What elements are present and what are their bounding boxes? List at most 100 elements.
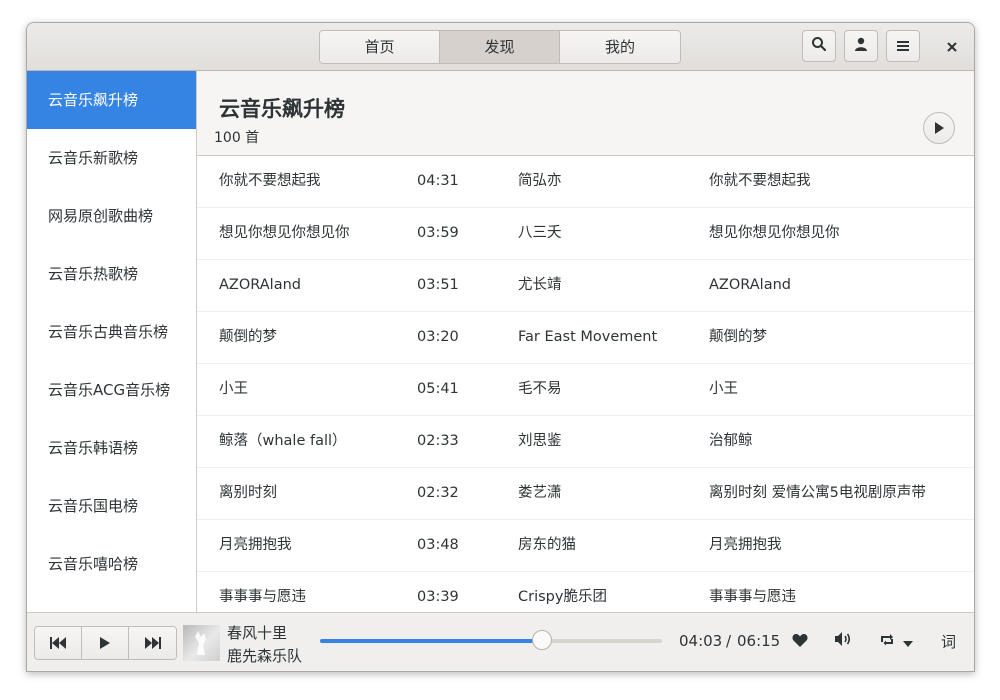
lyrics-button[interactable]: 词 <box>941 631 956 652</box>
sidebar-item-classical[interactable]: 云音乐古典音乐榜 <box>27 303 196 361</box>
song-artist: Crispy脆乐团 <box>518 589 607 605</box>
close-icon <box>947 37 957 56</box>
song-artist: 房东的猫 <box>518 537 576 553</box>
song-name: 鲸落（whale fall） <box>219 433 347 449</box>
song-album: AZORAland <box>709 277 791 293</box>
progress-handle[interactable] <box>531 630 552 650</box>
song-row[interactable]: 想见你想见你想见你 03:59 八三夭 想见你想见你想见你 <box>197 208 974 260</box>
song-row[interactable]: 月亮拥抱我 03:48 房东的猫 月亮拥抱我 <box>197 520 974 572</box>
volume-button[interactable] <box>831 629 855 653</box>
now-playing-title: 春风十里 <box>227 624 288 642</box>
song-name: 你就不要想起我 <box>219 173 321 189</box>
hamburger-menu-icon <box>896 37 910 56</box>
song-album: 月亮拥抱我 <box>709 537 782 553</box>
sidebar-item-hiphop[interactable]: 云音乐嘻哈榜 <box>27 535 196 593</box>
skip-previous-icon <box>50 634 66 653</box>
view-switcher: 首页 发现 我的 <box>319 30 681 64</box>
play-pause-button[interactable] <box>82 627 129 659</box>
previous-button[interactable] <box>35 627 82 659</box>
song-row[interactable]: 鲸落（whale fall） 02:33 刘思鉴 治郁鲸 <box>197 416 974 468</box>
song-artist: Far East Movement <box>518 329 658 345</box>
song-artist: 娄艺潇 <box>518 485 562 501</box>
sidebar-item-hot[interactable]: 云音乐热歌榜 <box>27 245 196 303</box>
playlist-title: 云音乐飙升榜 <box>219 97 345 121</box>
repeat-icon <box>879 632 895 651</box>
song-name: 想见你想见你想见你 <box>219 225 350 241</box>
search-icon <box>811 36 827 56</box>
song-album: 你就不要想起我 <box>709 173 811 189</box>
header-bar: 首页 发现 我的 <box>27 23 974 71</box>
play-icon <box>100 634 110 653</box>
close-button[interactable] <box>937 30 967 62</box>
song-duration: 02:32 <box>417 485 459 501</box>
tab-mine[interactable]: 我的 <box>560 31 680 63</box>
volume-icon <box>834 631 852 651</box>
song-artist: 尤长靖 <box>518 277 562 293</box>
song-row[interactable]: 颠倒的梦 03:20 Far East Movement 颠倒的梦 <box>197 312 974 364</box>
song-row[interactable]: AZORAland 03:51 尤长靖 AZORAland <box>197 260 974 312</box>
song-list: 你就不要想起我 04:31 简弘亦 你就不要想起我 想见你想见你想见你 03:5… <box>197 156 974 612</box>
sidebar-item-new-songs[interactable]: 云音乐新歌榜 <box>27 129 196 187</box>
user-button[interactable] <box>844 30 878 62</box>
song-duration: 05:41 <box>417 381 459 397</box>
song-row[interactable]: 你就不要想起我 04:31 简弘亦 你就不要想起我 <box>197 156 974 208</box>
skip-next-icon <box>144 634 161 653</box>
song-duration: 03:48 <box>417 537 459 553</box>
app-window: 首页 发现 我的 云音乐飙升榜 云音乐新歌榜 网易原创歌曲榜 云音乐热歌榜 云音… <box>26 22 975 672</box>
sidebar-item-soaring[interactable]: 云音乐飙升榜 <box>27 71 196 129</box>
song-row[interactable]: 事事事与愿违 03:39 Crispy脆乐团 事事事与愿违 <box>197 572 974 612</box>
song-name: 月亮拥抱我 <box>219 537 292 553</box>
song-album: 事事事与愿违 <box>709 589 796 605</box>
total-time: 06:15 <box>737 632 781 650</box>
song-duration: 02:33 <box>417 433 459 449</box>
song-duration: 03:59 <box>417 225 459 241</box>
like-button[interactable] <box>788 629 812 653</box>
sidebar-item-electronic[interactable]: 云音乐国电榜 <box>27 477 196 535</box>
song-name: 离别时刻 <box>219 485 277 501</box>
song-album: 离别时刻 爱情公寓5电视剧原声带 <box>709 485 926 501</box>
song-artist: 八三夭 <box>518 225 562 241</box>
chevron-down-icon <box>903 632 913 651</box>
sidebar-item-acg[interactable]: 云音乐ACG音乐榜 <box>27 361 196 419</box>
menu-button[interactable] <box>886 30 920 62</box>
player-bar: 春风十里 鹿先森乐队 04:03 / 06:15 词 <box>27 612 974 671</box>
play-all-button[interactable] <box>923 112 955 144</box>
playlist-count: 100 首 <box>214 130 260 146</box>
heart-icon <box>792 632 808 651</box>
playlist-header: 云音乐飙升榜 100 首 <box>197 71 974 156</box>
current-time: 04:03 <box>679 632 723 650</box>
song-name: AZORAland <box>219 277 301 293</box>
play-icon <box>934 119 944 138</box>
song-artist: 毛不易 <box>518 381 562 397</box>
song-row[interactable]: 小王 05:41 毛不易 小王 <box>197 364 974 416</box>
search-button[interactable] <box>802 30 836 62</box>
sidebar-item-original[interactable]: 网易原创歌曲榜 <box>27 187 196 245</box>
next-button[interactable] <box>129 627 176 659</box>
now-playing-artist: 鹿先森乐队 <box>227 647 303 665</box>
progress-fill <box>320 639 542 643</box>
progress-slider[interactable] <box>320 630 662 650</box>
song-duration: 04:31 <box>417 173 459 189</box>
time-separator: / <box>726 632 732 650</box>
song-artist: 简弘亦 <box>518 173 562 189</box>
song-album: 小王 <box>709 381 738 397</box>
chart-list-sidebar: 云音乐飙升榜 云音乐新歌榜 网易原创歌曲榜 云音乐热歌榜 云音乐古典音乐榜 云音… <box>27 71 197 612</box>
playback-controls <box>34 626 177 660</box>
sidebar-item-korean[interactable]: 云音乐韩语榜 <box>27 419 196 477</box>
song-name: 颠倒的梦 <box>219 329 277 345</box>
song-duration: 03:20 <box>417 329 459 345</box>
repeat-mode-dropdown[interactable] <box>875 629 917 653</box>
song-artist: 刘思鉴 <box>518 433 562 449</box>
tab-discover[interactable]: 发现 <box>440 31 560 63</box>
song-name: 小王 <box>219 381 248 397</box>
song-name: 事事事与愿违 <box>219 589 306 605</box>
album-cover <box>183 625 220 661</box>
user-icon <box>853 36 869 56</box>
song-album: 颠倒的梦 <box>709 329 767 345</box>
song-duration: 03:39 <box>417 589 459 605</box>
song-album: 治郁鲸 <box>709 433 753 449</box>
song-row[interactable]: 离别时刻 02:32 娄艺潇 离别时刻 爱情公寓5电视剧原声带 <box>197 468 974 520</box>
tab-home[interactable]: 首页 <box>320 31 440 63</box>
song-album: 想见你想见你想见你 <box>709 225 840 241</box>
song-duration: 03:51 <box>417 277 459 293</box>
